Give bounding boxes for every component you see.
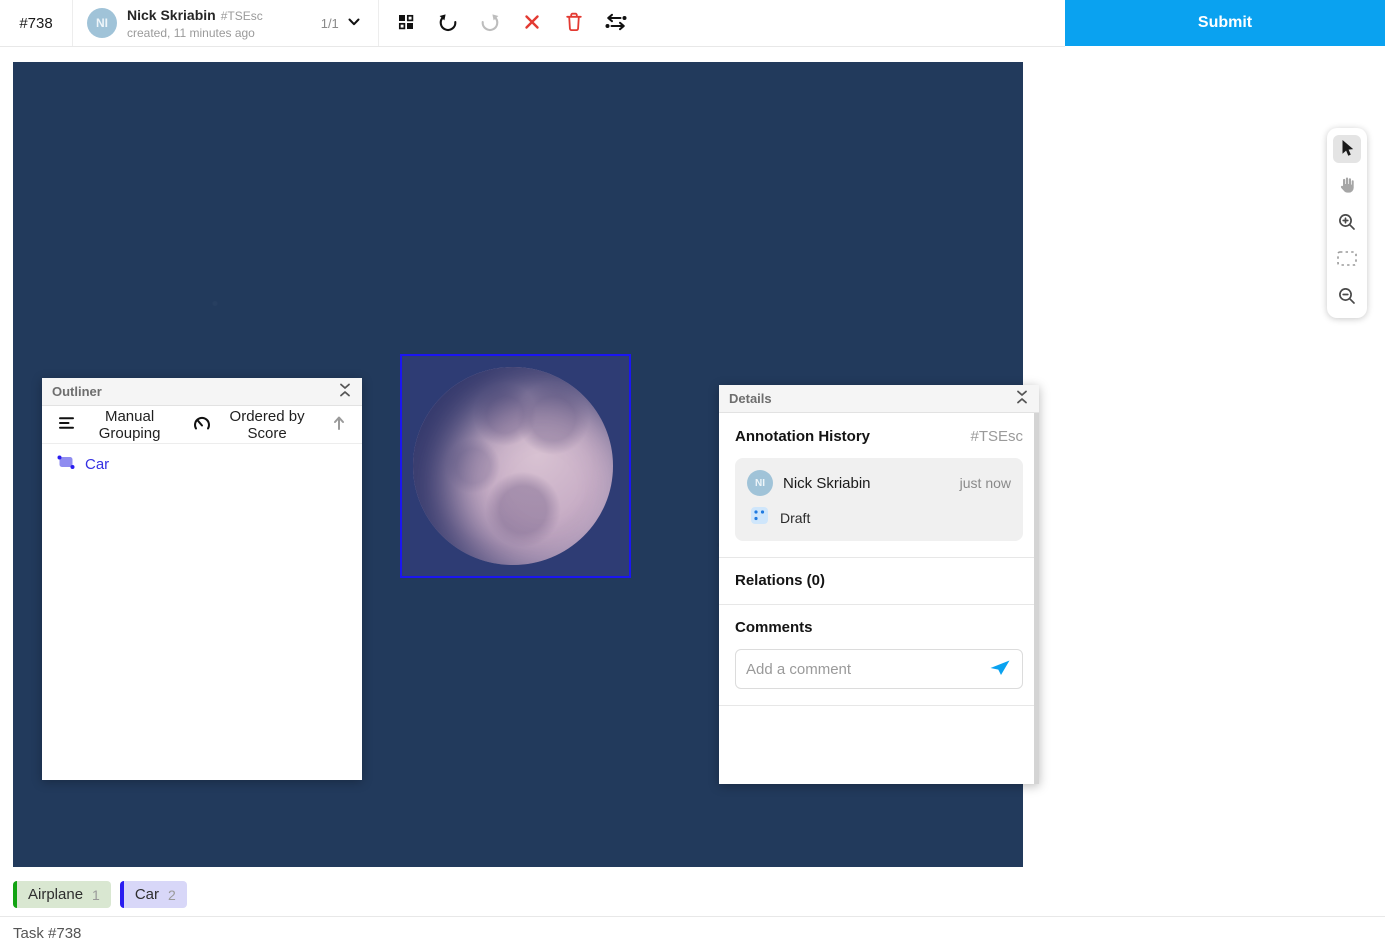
draft-icon [751, 507, 768, 529]
comments-title: Comments [735, 619, 813, 636]
label-name: Car [134, 886, 160, 903]
grid-icon [396, 12, 416, 35]
annotation-history-title: Annotation History [735, 428, 870, 445]
divider [0, 916, 1385, 917]
label-tag-airplane[interactable]: Airplane 1 [13, 881, 111, 908]
send-comment-button[interactable] [988, 658, 1012, 680]
avatar: NI [87, 8, 117, 38]
outliner-title: Outliner [52, 384, 102, 399]
details-title: Details [729, 391, 772, 406]
list-icon [58, 416, 75, 434]
outliner-panel: Outliner Manual Grouping Ordered by Scor… [42, 378, 362, 780]
ordering-selector[interactable]: Ordered by Score [187, 404, 322, 446]
history-avatar: NI [747, 470, 773, 496]
grouping-selector[interactable]: Manual Grouping [52, 404, 183, 446]
grouping-label: Manual Grouping [98, 407, 161, 442]
trash-icon [564, 11, 584, 36]
ordering-label: Ordered by Score [229, 407, 305, 442]
top-bar: #738 NI Nick Skriabin #TSEsc created, 11 … [0, 0, 1065, 47]
region-list-item-car[interactable]: Car [42, 444, 362, 485]
region-bbox-icon [56, 454, 76, 475]
label-selector-bar: Airplane 1 Car 2 [13, 881, 187, 908]
annotator-info: NI Nick Skriabin #TSEsc created, 11 minut… [73, 6, 277, 41]
order-direction-button[interactable] [326, 411, 352, 439]
details-panel: Details Annotation History #TSEsc NI Nic… [719, 385, 1039, 784]
zoom-in-icon [1337, 212, 1357, 235]
outliner-header: Outliner [42, 378, 362, 406]
zoom-out-icon [1337, 286, 1357, 309]
close-icon [522, 12, 542, 35]
zoom-out-tool-button[interactable] [1333, 283, 1361, 311]
fit-to-screen-button[interactable] [1333, 246, 1361, 274]
history-user-name: Nick Skriabin [783, 474, 871, 492]
outliner-toolbar: Manual Grouping Ordered by Score [42, 406, 362, 444]
moon-image [413, 367, 613, 565]
details-collapse-button[interactable] [1015, 389, 1029, 408]
region-label: Car [85, 456, 110, 473]
annotation-history-ref: #TSEsc [970, 428, 1023, 445]
annotation-ref: #TSEsc [220, 8, 263, 23]
gauge-icon [193, 416, 211, 434]
chevron-down-icon [346, 14, 362, 33]
task-id: #738 [19, 14, 53, 32]
annotation-selector[interactable]: 1/1 [321, 14, 362, 33]
reject-button[interactable] [519, 10, 545, 36]
submit-button[interactable]: Submit [1065, 0, 1385, 46]
label-tag-car[interactable]: Car 2 [119, 881, 187, 908]
annotation-created-time: created, 11 minutes ago [127, 25, 255, 40]
task-status-label: Task #738 [13, 925, 82, 942]
send-icon [988, 658, 1012, 680]
swap-arrows-icon [604, 12, 628, 35]
panel-scrollbar[interactable] [1034, 413, 1039, 784]
redo-button[interactable] [477, 10, 503, 36]
details-header: Details [719, 385, 1039, 413]
history-item[interactable]: NI Nick Skriabin just now Draft [735, 458, 1023, 541]
cursor-icon [1338, 138, 1356, 161]
history-time: just now [959, 475, 1011, 491]
history-status: Draft [780, 510, 811, 526]
relations-title: Relations (0) [735, 572, 826, 589]
relations-button[interactable] [603, 10, 629, 36]
annotation-pager: 1/1 [320, 15, 339, 31]
collapse-icon [338, 382, 352, 401]
collapse-icon [1015, 389, 1029, 408]
arrow-up-icon [332, 415, 346, 435]
select-tool-button[interactable] [1333, 135, 1361, 163]
comment-box [735, 649, 1023, 689]
canvas-tool-rail [1327, 128, 1367, 318]
label-hotkey: 2 [168, 886, 176, 903]
annotation-toolbar [379, 10, 643, 36]
label-name: Airplane [28, 886, 84, 903]
label-hotkey: 1 [92, 886, 100, 903]
undo-icon [437, 11, 459, 36]
delete-button[interactable] [561, 10, 587, 36]
fit-screen-icon [1336, 250, 1358, 270]
annotator-name: Nick Skriabin [127, 6, 216, 23]
comment-input[interactable] [746, 660, 980, 678]
zoom-in-tool-button[interactable] [1333, 209, 1361, 237]
outliner-collapse-button[interactable] [338, 382, 352, 401]
pan-tool-button[interactable] [1333, 172, 1361, 200]
car-bounding-box[interactable] [400, 354, 631, 578]
hand-icon [1337, 175, 1357, 198]
grid-view-button[interactable] [393, 10, 419, 36]
redo-icon [479, 11, 501, 36]
undo-button[interactable] [435, 10, 461, 36]
